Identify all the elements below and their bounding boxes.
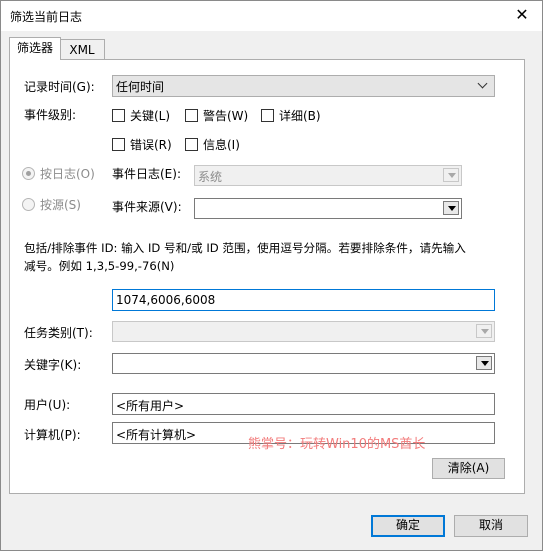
verbose-label: 详细(B) bbox=[279, 109, 321, 123]
event-logs-label: 事件日志(E): bbox=[112, 167, 181, 181]
user-value: <所有用户> bbox=[116, 399, 185, 413]
radio-selected-dot bbox=[26, 171, 31, 176]
triangle-down-icon bbox=[448, 173, 456, 178]
error-checkbox[interactable] bbox=[112, 138, 125, 151]
by-log-radio[interactable] bbox=[22, 167, 35, 180]
computer-label: 计算机(P): bbox=[24, 428, 81, 442]
user-input[interactable]: <所有用户> bbox=[112, 393, 495, 415]
event-logs-dropdown[interactable]: 系统 bbox=[194, 165, 462, 186]
task-category-dropdown-button[interactable] bbox=[476, 324, 492, 338]
warning-label: 警告(W) bbox=[203, 109, 249, 123]
watermark-text: 熊掌号：玩转Win10的MS酋长 bbox=[248, 437, 426, 452]
event-id-hint-line1: 包括/排除事件 ID: 输入 ID 号和/或 ID 范围，使用逗号分隔。若要排除… bbox=[24, 241, 466, 255]
computer-value: <所有计算机> bbox=[116, 428, 197, 442]
clear-button[interactable]: 清除(A) bbox=[432, 458, 505, 479]
warning-checkbox[interactable] bbox=[185, 109, 198, 122]
filter-panel: 记录时间(G): 任何时间 事件级别: 关键(L) 警告(W) 详细(B) 错误… bbox=[9, 59, 525, 494]
by-source-label: 按源(S) bbox=[40, 198, 81, 212]
event-sources-dropdown-button[interactable] bbox=[443, 201, 459, 215]
task-category-dropdown[interactable] bbox=[112, 321, 495, 342]
tab-filter[interactable]: 筛选器 bbox=[9, 37, 61, 60]
dialog-title: 筛选当前日志 bbox=[10, 10, 83, 24]
ok-button[interactable]: 确定 bbox=[371, 515, 445, 537]
logged-value: 任何时间 bbox=[116, 80, 165, 94]
title-bar: 筛选当前日志 ✕ bbox=[1, 1, 542, 31]
cancel-button[interactable]: 取消 bbox=[454, 515, 528, 537]
keywords-label: 关键字(K): bbox=[24, 358, 82, 372]
event-id-hint-line2: 减号。例如 1,3,5-99,-76(N) bbox=[24, 259, 175, 273]
error-label: 错误(R) bbox=[130, 138, 172, 152]
keywords-dropdown[interactable] bbox=[112, 353, 495, 374]
event-sources-label: 事件来源(V): bbox=[112, 200, 182, 214]
event-logs-dropdown-button[interactable] bbox=[443, 168, 459, 182]
event-level-label: 事件级别: bbox=[24, 108, 77, 122]
verbose-checkbox[interactable] bbox=[261, 109, 274, 122]
event-sources-dropdown[interactable] bbox=[194, 198, 462, 219]
filter-current-log-dialog: 筛选当前日志 ✕ 筛选器 XML 记录时间(G): 任何时间 事件级别: 关键(… bbox=[0, 0, 543, 551]
information-checkbox[interactable] bbox=[185, 138, 198, 151]
event-id-value: 1074,6006,6008 bbox=[116, 293, 216, 307]
logged-dropdown[interactable]: 任何时间 bbox=[112, 75, 495, 97]
keywords-dropdown-button[interactable] bbox=[476, 356, 492, 370]
by-log-label: 按日志(O) bbox=[40, 167, 95, 181]
triangle-down-icon bbox=[448, 206, 456, 211]
tab-xml[interactable]: XML bbox=[59, 39, 105, 60]
task-category-label: 任务类别(T): bbox=[24, 326, 93, 340]
triangle-down-icon bbox=[481, 329, 489, 334]
user-label: 用户(U): bbox=[24, 398, 71, 412]
triangle-down-icon bbox=[481, 361, 489, 366]
information-label: 信息(I) bbox=[203, 138, 240, 152]
by-source-radio[interactable] bbox=[22, 198, 35, 211]
logged-label: 记录时间(G): bbox=[24, 80, 95, 94]
critical-label: 关键(L) bbox=[130, 109, 171, 123]
chevron-down-icon bbox=[477, 78, 488, 89]
event-logs-value: 系统 bbox=[198, 170, 223, 184]
close-icon[interactable]: ✕ bbox=[512, 5, 532, 25]
critical-checkbox[interactable] bbox=[112, 109, 125, 122]
event-id-input[interactable]: 1074,6006,6008 bbox=[112, 289, 495, 311]
